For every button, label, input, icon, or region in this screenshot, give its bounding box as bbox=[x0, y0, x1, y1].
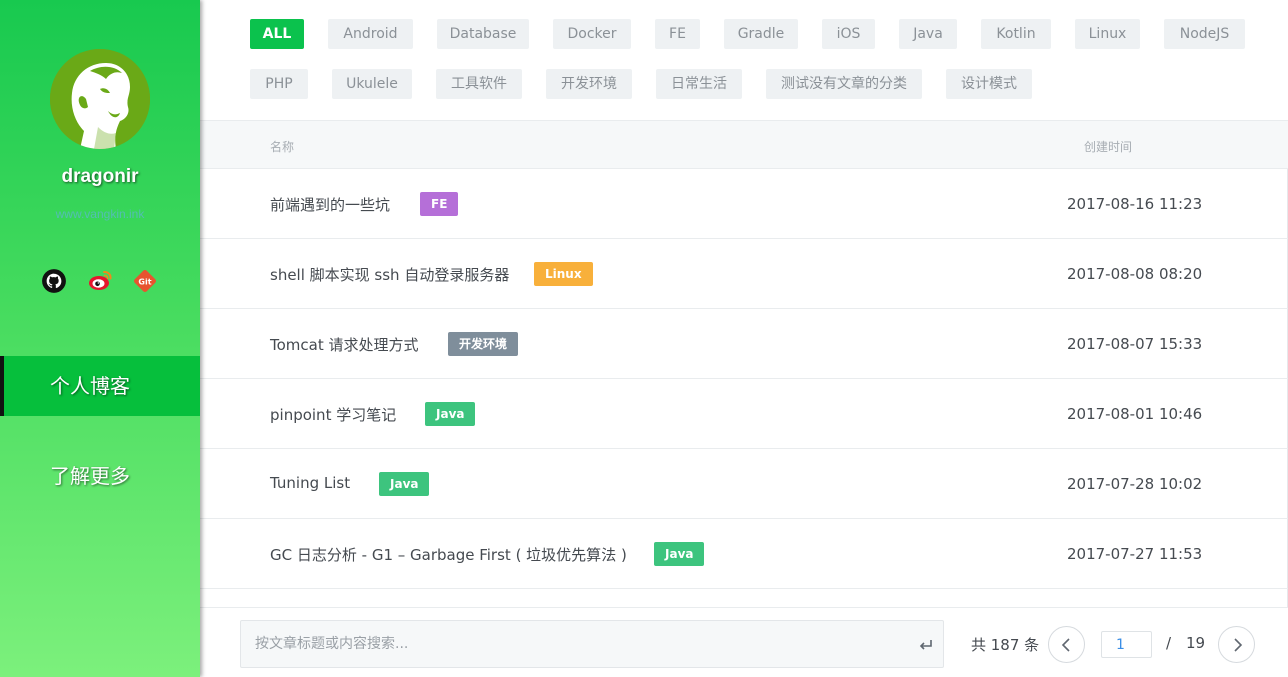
avatar[interactable] bbox=[50, 49, 150, 149]
chevron-right-icon bbox=[1234, 638, 1243, 652]
tag-php[interactable]: PHP bbox=[250, 69, 308, 99]
search-input[interactable] bbox=[255, 621, 895, 667]
column-header-name: 名称 bbox=[270, 140, 295, 154]
page-separator: / bbox=[1166, 634, 1172, 652]
tag-fe[interactable]: FE bbox=[655, 19, 700, 49]
article-title[interactable]: pinpoint 学习笔记 bbox=[270, 404, 396, 425]
article-tag-badge[interactable]: Java bbox=[654, 542, 705, 566]
chevron-left-icon bbox=[1061, 638, 1070, 652]
tag-tools[interactable]: 工具软件 bbox=[436, 69, 522, 99]
article-tag-badge[interactable]: Java bbox=[379, 472, 430, 496]
total-pages: 19 bbox=[1186, 634, 1206, 652]
column-header-date: 创建时间 bbox=[1084, 140, 1133, 154]
article-date: 2017-07-27 11:53 bbox=[1067, 545, 1203, 563]
table-row[interactable]: shell 脚本实现 ssh 自动登录服务器 Linux 2017-08-08 … bbox=[200, 239, 1288, 309]
avatar-portrait-image bbox=[50, 49, 150, 149]
tag-design-patterns[interactable]: 设计模式 bbox=[946, 69, 1032, 99]
article-date: 2017-08-07 15:33 bbox=[1067, 335, 1203, 353]
tag-java[interactable]: Java bbox=[899, 19, 957, 49]
article-date: 2017-07-28 10:02 bbox=[1067, 475, 1203, 493]
article-date: 2017-08-16 11:23 bbox=[1067, 195, 1203, 213]
tag-android[interactable]: Android bbox=[328, 19, 413, 49]
article-tag-badge[interactable]: 开发环境 bbox=[448, 332, 519, 356]
tag-gradle[interactable]: Gradle bbox=[724, 19, 798, 49]
search-box bbox=[240, 620, 944, 668]
svg-text:Git: Git bbox=[138, 278, 151, 287]
username: dragonir bbox=[61, 166, 139, 187]
category-tags: ALL Android Database Docker FE Gradle iO… bbox=[200, 0, 1288, 120]
article-tag-badge[interactable]: Linux bbox=[534, 262, 593, 286]
article-tag-badge[interactable]: Java bbox=[425, 402, 476, 426]
tag-nodejs[interactable]: NodeJS bbox=[1164, 19, 1245, 49]
tag-dev-env[interactable]: 开发环境 bbox=[546, 69, 632, 99]
article-tag-badge[interactable]: FE bbox=[420, 192, 459, 216]
footer-bar: 共 187 条 / 19 bbox=[200, 607, 1288, 677]
tag-all[interactable]: ALL bbox=[250, 19, 304, 49]
table-row[interactable]: 前端遇到的一些坑 FE 2017-08-16 11:23 bbox=[200, 169, 1288, 239]
table-row[interactable]: Tuning List Java 2017-07-28 10:02 bbox=[200, 449, 1288, 519]
article-title[interactable]: Tuning List bbox=[270, 474, 350, 492]
weibo-icon[interactable] bbox=[87, 268, 113, 294]
tag-kotlin[interactable]: Kotlin bbox=[981, 19, 1051, 49]
article-title[interactable]: Tomcat 请求处理方式 bbox=[270, 334, 419, 355]
table-row[interactable]: pinpoint 学习笔记 Java 2017-08-01 10:46 bbox=[200, 379, 1288, 449]
table-row[interactable]: GC 日志分析 - G1 – Garbage First ( 垃圾优先算法 ) … bbox=[200, 519, 1288, 589]
sidebar: dragonir www.vangkin.ink Git 个人博客 了解更多 bbox=[0, 0, 200, 677]
page-number-input[interactable] bbox=[1101, 631, 1152, 658]
main-content: ALL Android Database Docker FE Gradle iO… bbox=[200, 0, 1288, 677]
nav-item-personal-blog[interactable]: 个人博客 bbox=[0, 356, 200, 416]
enter-icon[interactable] bbox=[917, 636, 935, 654]
total-count: 共 187 条 bbox=[971, 636, 1040, 654]
git-icon[interactable]: Git bbox=[132, 268, 158, 294]
article-date: 2017-08-01 10:46 bbox=[1067, 405, 1203, 423]
tag-ios[interactable]: iOS bbox=[822, 19, 875, 49]
tag-daily-life[interactable]: 日常生活 bbox=[656, 69, 742, 99]
github-icon[interactable] bbox=[41, 268, 67, 294]
site-url[interactable]: www.vangkin.ink bbox=[0, 207, 200, 221]
article-title[interactable]: GC 日志分析 - G1 – Garbage First ( 垃圾优先算法 ) bbox=[270, 544, 627, 565]
prev-page-button[interactable] bbox=[1048, 626, 1085, 663]
article-title[interactable]: shell 脚本实现 ssh 自动登录服务器 bbox=[270, 264, 509, 285]
social-links: Git bbox=[0, 268, 200, 296]
article-list: 名称 创建时间 前端遇到的一些坑 FE 2017-08-16 11:23 she… bbox=[200, 120, 1288, 607]
list-header: 名称 创建时间 bbox=[200, 120, 1288, 169]
nav-item-learn-more[interactable]: 了解更多 bbox=[0, 446, 200, 506]
table-row[interactable]: Tomcat 请求处理方式 开发环境 2017-08-07 15:33 bbox=[200, 309, 1288, 379]
tag-database[interactable]: Database bbox=[437, 19, 529, 49]
tag-docker[interactable]: Docker bbox=[553, 19, 631, 49]
tag-ukulele[interactable]: Ukulele bbox=[332, 69, 412, 99]
tag-empty-category[interactable]: 测试没有文章的分类 bbox=[766, 69, 922, 99]
article-title[interactable]: 前端遇到的一些坑 bbox=[270, 194, 390, 215]
next-page-button[interactable] bbox=[1218, 626, 1255, 663]
article-date: 2017-08-08 08:20 bbox=[1067, 265, 1203, 283]
tag-linux[interactable]: Linux bbox=[1075, 19, 1140, 49]
